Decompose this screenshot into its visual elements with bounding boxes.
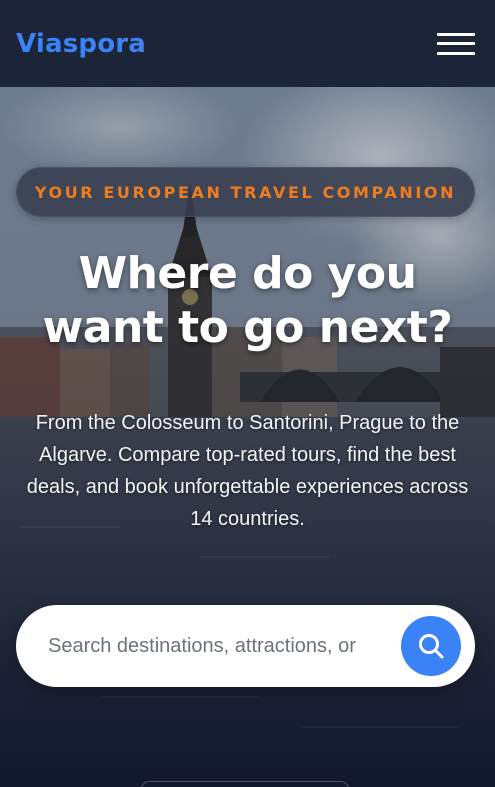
site-logo[interactable]: Viaspora: [16, 29, 146, 59]
search-icon: [419, 634, 444, 659]
hero-section: YOUR EUROPEAN TRAVEL COMPANION Where do …: [0, 87, 495, 787]
search-button[interactable]: [401, 616, 461, 676]
next-section-peek: [140, 781, 350, 787]
hero-headline: Where do you want to go next?: [42, 248, 453, 353]
tagline-text: YOUR EUROPEAN TRAVEL COMPANION: [34, 182, 457, 202]
tagline-badge: YOUR EUROPEAN TRAVEL COMPANION: [16, 167, 475, 217]
hamburger-icon-line: [437, 42, 475, 45]
search-input[interactable]: [46, 626, 363, 666]
hero-content: YOUR EUROPEAN TRAVEL COMPANION Where do …: [0, 87, 495, 787]
hamburger-icon-line: [437, 32, 475, 36]
hero-subtext: From the Colosseum to Santorini, Prague …: [26, 412, 469, 530]
hamburger-icon-line: [437, 51, 475, 55]
site-header: Viaspora: [0, 0, 495, 87]
search-bar: [16, 605, 475, 687]
hamburger-menu-button[interactable]: [437, 31, 477, 57]
